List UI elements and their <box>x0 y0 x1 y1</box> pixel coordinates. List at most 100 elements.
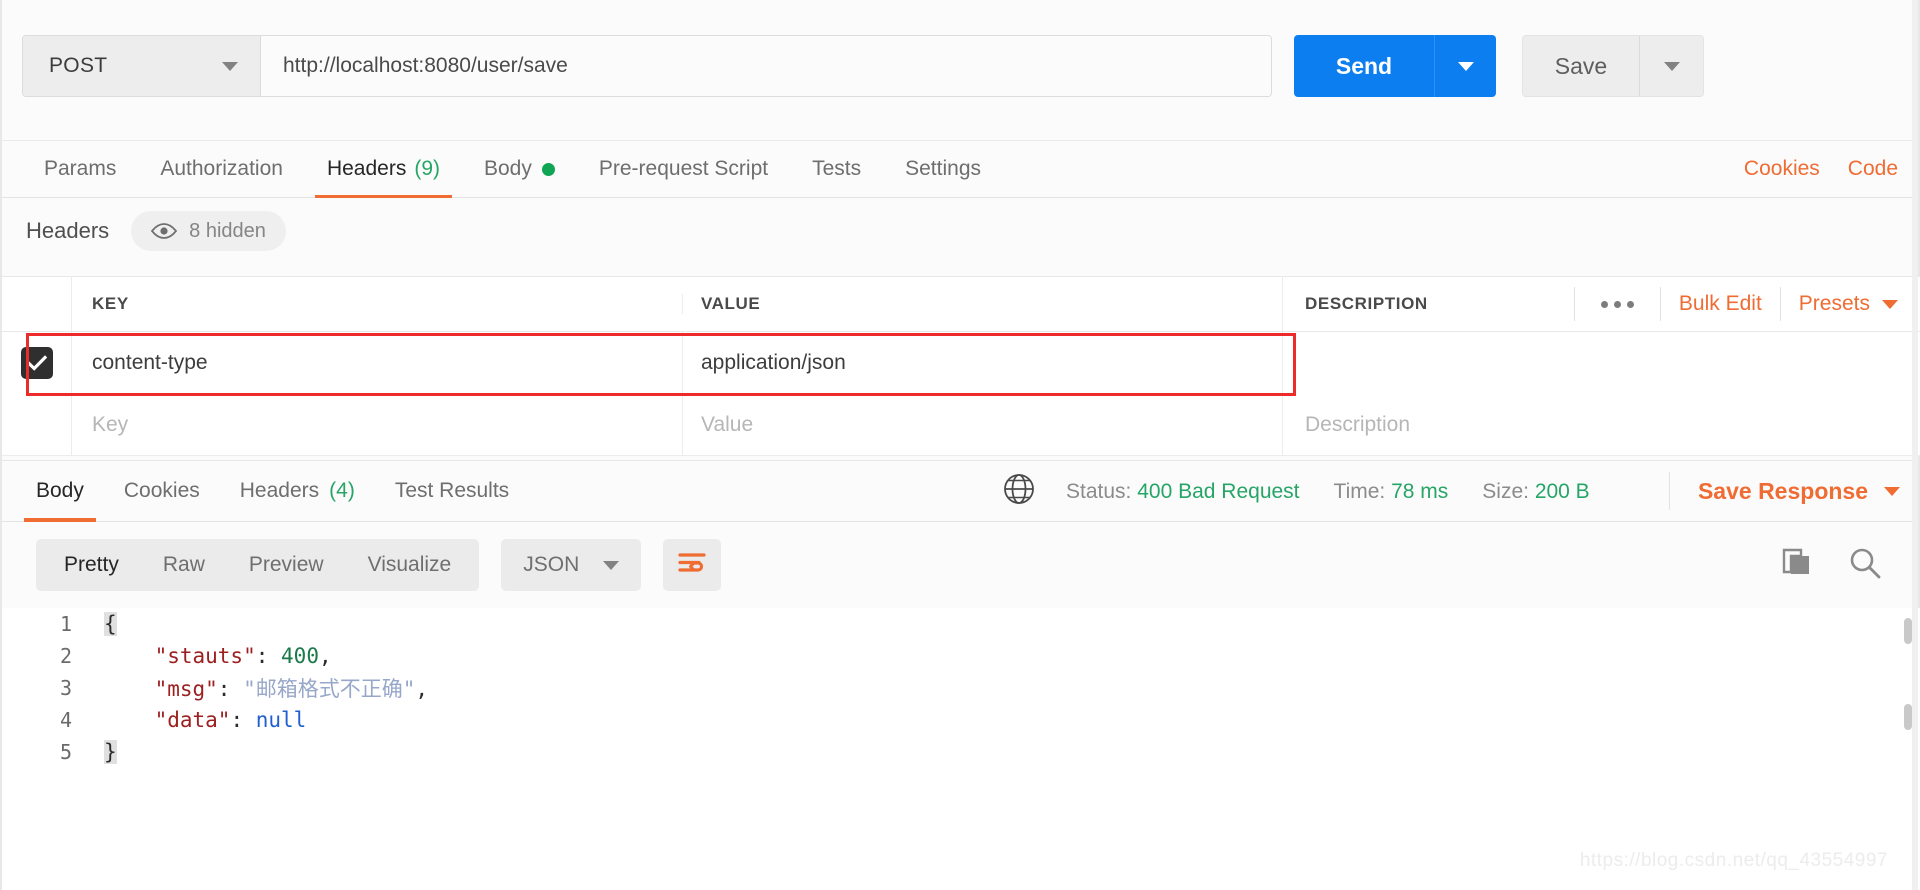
send-button[interactable]: Send <box>1294 35 1434 97</box>
divider <box>1779 287 1781 321</box>
response-language-select[interactable]: JSON <box>501 539 642 591</box>
row-key-input[interactable]: content-type <box>72 332 682 394</box>
watermark-text: https://blog.csdn.net/qq_43554997 <box>1579 850 1888 871</box>
save-response-button[interactable]: Save Response <box>1698 478 1900 505</box>
code-line: 5} <box>2 736 1920 768</box>
tab-label: Test Results <box>394 479 510 502</box>
column-key: KEY <box>72 294 682 314</box>
response-tab-headers[interactable]: Headers (4) <box>220 461 375 522</box>
tab-pre-request-script[interactable]: Pre-request Script <box>577 141 790 198</box>
size-label: Size: <box>1482 479 1529 503</box>
response-format-toolbar: Pretty Raw Preview Visualize JSON <box>2 522 1920 608</box>
new-row-value-placeholder: Value <box>701 412 754 436</box>
request-url-value: http://localhost:8080/user/save <box>283 54 568 77</box>
response-scrollbar-thumb-top[interactable] <box>1904 618 1912 644</box>
table-row-new[interactable]: Key Value Description <box>2 393 1920 456</box>
tab-headers[interactable]: Headers (9) <box>305 141 462 198</box>
table-row[interactable]: content-type application/json <box>2 332 1920 394</box>
globe-icon <box>1002 472 1036 511</box>
request-tab-bar-actions: Cookies Code <box>1716 157 1920 181</box>
row-checkbox-cell <box>2 393 72 456</box>
code-token: null <box>255 708 307 732</box>
code-line-text: { <box>94 612 117 636</box>
code-line: 3 "msg": "邮箱格式不正确", <box>2 672 1920 704</box>
headers-table-header-row: KEY VALUE DESCRIPTION Bulk Edit Presets <box>2 276 1920 332</box>
column-description: DESCRIPTION Bulk Edit Presets <box>1282 276 1920 332</box>
new-row-description-input[interactable]: Description <box>1282 393 1920 456</box>
headers-section-title-bar: Headers 8 hidden <box>2 198 1920 264</box>
http-method-select[interactable]: POST <box>23 36 261 96</box>
size-value: 200 B <box>1534 479 1590 503</box>
tab-body[interactable]: Body <box>462 141 577 198</box>
view-raw[interactable]: Raw <box>141 539 227 591</box>
copy-icon[interactable] <box>1780 547 1814 584</box>
tab-label: Headers <box>326 157 407 180</box>
code-line-text: "data": null <box>94 708 307 732</box>
response-tab-body[interactable]: Body <box>16 461 104 522</box>
response-body-tools <box>1780 546 1920 585</box>
save-response-label: Save Response <box>1697 477 1868 504</box>
chevron-down-icon <box>1457 61 1474 71</box>
column-header-label: KEY <box>92 294 129 313</box>
request-url-input[interactable]: http://localhost:8080/user/save <box>261 36 1271 96</box>
presets-button[interactable]: Presets <box>1799 292 1920 316</box>
bulk-edit-button[interactable]: Bulk Edit <box>1679 292 1762 316</box>
size-badge: Size: 200 B <box>1482 480 1589 504</box>
response-status-area: Status: 400 Bad Request Time: 78 ms Size… <box>1002 461 1624 522</box>
cookies-link[interactable]: Cookies <box>1744 157 1820 181</box>
code-token: : <box>230 708 256 732</box>
new-row-value-input[interactable]: Value <box>682 393 1282 456</box>
chevron-down-icon <box>1884 486 1900 496</box>
send-button-group: Send <box>1294 35 1496 97</box>
select-all-column <box>2 276 72 332</box>
code-link[interactable]: Code <box>1848 157 1898 181</box>
status-value: 400 Bad Request <box>1137 479 1300 503</box>
time-label: Time: <box>1333 479 1386 503</box>
response-tab-bar: Body Cookies Headers (4) Test Results St… <box>2 460 1920 522</box>
response-scrollbar-thumb-bottom[interactable] <box>1904 704 1912 730</box>
status-label: Status: <box>1066 479 1132 503</box>
code-token: , <box>415 677 429 701</box>
row-key-value: content-type <box>92 351 208 374</box>
column-header-label: DESCRIPTION <box>1305 294 1428 313</box>
ellipsis-icon[interactable] <box>1593 300 1642 308</box>
tab-settings[interactable]: Settings <box>883 141 1003 198</box>
row-checkbox[interactable] <box>20 347 53 379</box>
response-tab-cookies[interactable]: Cookies <box>104 461 220 522</box>
word-wrap-toggle[interactable] <box>663 539 722 591</box>
line-number: 4 <box>59 708 72 732</box>
view-pretty[interactable]: Pretty <box>42 539 141 591</box>
code-token: "data" <box>154 708 231 732</box>
response-tab-test-results[interactable]: Test Results <box>375 461 529 522</box>
response-body-viewer[interactable]: 1{2 "stauts": 400, 3 "msg": "邮箱格式不正确", 4 "… <box>2 608 1920 890</box>
tab-label: Body <box>36 479 84 502</box>
chevron-down-icon <box>1663 61 1680 71</box>
new-row-key-input[interactable]: Key <box>72 394 682 456</box>
row-value-input[interactable]: application/json <box>682 332 1282 394</box>
hidden-headers-toggle[interactable]: 8 hidden <box>131 211 286 251</box>
chevron-down-icon <box>603 560 620 570</box>
request-tab-bar: Params Authorization Headers (9) Body Pr… <box>2 140 1920 198</box>
save-options-button[interactable] <box>1639 36 1703 96</box>
headers-table-tools: Bulk Edit Presets <box>1556 284 1920 324</box>
save-button-group: Save <box>1522 35 1704 97</box>
tab-label: Pre-request Script <box>598 157 769 180</box>
tab-params[interactable]: Params <box>22 141 138 198</box>
tab-tests[interactable]: Tests <box>790 141 883 198</box>
headers-title: Headers <box>26 218 110 243</box>
divider <box>1573 287 1575 321</box>
code-line-text: } <box>94 740 117 764</box>
tab-authorization[interactable]: Authorization <box>138 141 305 198</box>
postman-window: POST http://localhost:8080/user/save Sen… <box>0 0 1920 890</box>
row-description-input[interactable] <box>1282 332 1920 394</box>
search-icon[interactable] <box>1848 546 1882 585</box>
view-visualize[interactable]: Visualize <box>346 539 474 591</box>
send-options-button[interactable] <box>1434 35 1496 97</box>
tab-label: Cookies <box>123 479 200 502</box>
code-line-text: "msg": "邮箱格式不正确", <box>94 673 428 703</box>
chevron-down-icon <box>222 61 238 71</box>
save-button[interactable]: Save <box>1523 36 1639 96</box>
view-preview[interactable]: Preview <box>227 539 346 591</box>
